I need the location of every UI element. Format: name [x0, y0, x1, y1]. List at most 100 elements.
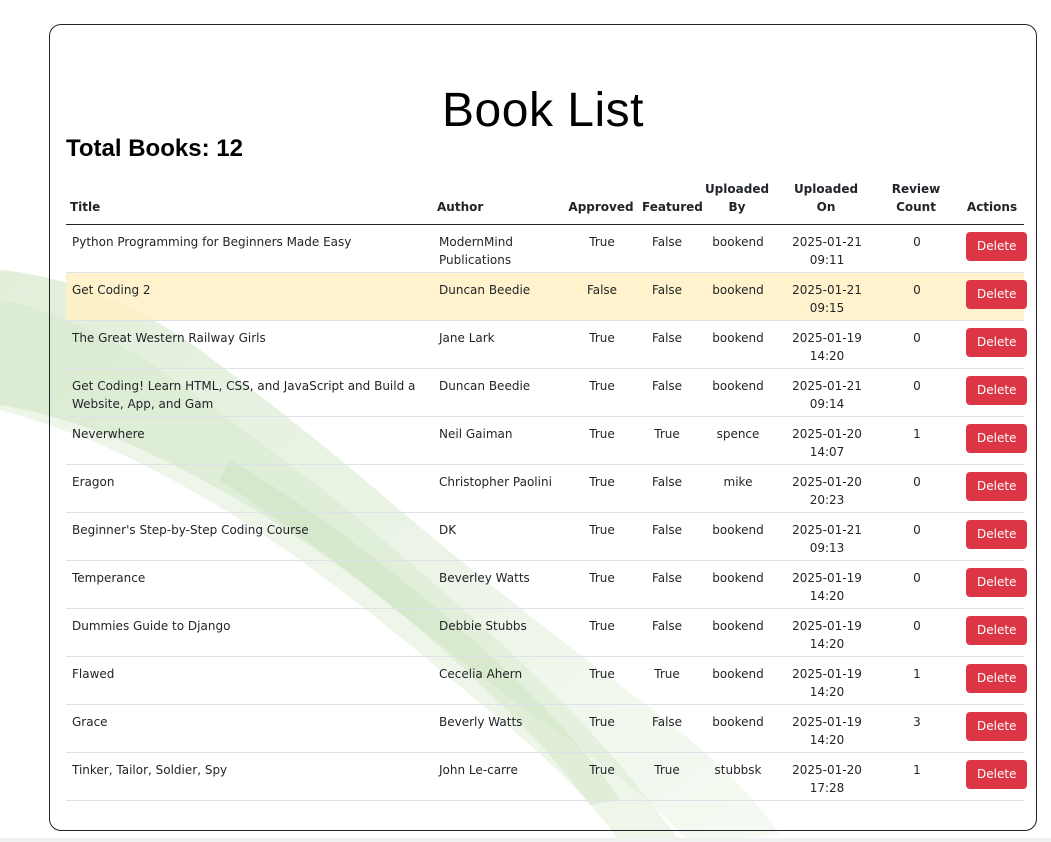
- table-row: Neverwhere Neil Gaiman True True spence 2025-…: [66, 416, 1028, 465]
- book-actions-cell: Delete: [960, 272, 1028, 321]
- book-title-cell: Neverwhere: [66, 416, 433, 465]
- book-featured-cell: True: [638, 752, 694, 801]
- book-uploaded-by-cell: bookend: [694, 608, 780, 657]
- books-table: Title Author Approved Featured Uploaded …: [66, 178, 1028, 801]
- book-featured-cell: False: [638, 320, 694, 369]
- book-review-count-cell: 3: [872, 704, 960, 753]
- delete-book-button[interactable]: Delete: [966, 280, 1028, 309]
- book-review-count-cell: 1: [872, 416, 960, 465]
- table-row: Beginner's Step-by-Step Coding Course DK T…: [66, 512, 1028, 561]
- book-uploaded-by-cell: stubbsk: [694, 752, 780, 801]
- book-review-count-cell: 0: [872, 368, 960, 417]
- book-approved-cell: True: [564, 464, 638, 513]
- delete-book-button[interactable]: Delete: [966, 760, 1028, 789]
- book-featured-cell: False: [638, 608, 694, 657]
- table-row: Get Coding! Learn HTML, CSS, and JavaScr…: [66, 368, 1028, 417]
- book-author-cell: Debbie Stubbs: [433, 608, 564, 657]
- book-title-cell: Beginner's Step-by-Step Coding Course: [66, 512, 433, 561]
- book-uploaded-on-cell: 2025-01-19 14:20: [780, 608, 872, 657]
- page-footer-strip: [0, 838, 1051, 842]
- col-header-uploaded-by[interactable]: Uploaded By: [694, 178, 780, 225]
- book-actions-cell: Delete: [960, 608, 1028, 657]
- book-featured-cell: False: [638, 224, 694, 273]
- delete-book-button[interactable]: Delete: [966, 712, 1028, 741]
- book-featured-cell: False: [638, 368, 694, 417]
- book-featured-cell: False: [638, 704, 694, 753]
- book-author-cell: Beverly Watts: [433, 704, 564, 753]
- book-title-cell: Grace: [66, 704, 433, 753]
- col-header-featured[interactable]: Featured: [638, 178, 703, 225]
- book-approved-cell: True: [564, 320, 638, 369]
- col-header-approved[interactable]: Approved: [564, 178, 638, 225]
- book-actions-cell: Delete: [960, 704, 1028, 753]
- book-approved-cell: True: [564, 368, 638, 417]
- book-title-cell: Flawed: [66, 656, 433, 705]
- table-row: Temperance Beverley Watts True False bookend…: [66, 560, 1028, 609]
- book-title-cell: The Great Western Railway Girls: [66, 320, 433, 369]
- col-header-title[interactable]: Title: [66, 178, 433, 225]
- book-uploaded-on-cell: 2025-01-20 14:07: [780, 416, 872, 465]
- book-uploaded-on-cell: 2025-01-21 09:11: [780, 224, 872, 273]
- book-uploaded-on-cell: 2025-01-19 14:20: [780, 560, 872, 609]
- table-row: Dummies Guide to Django Debbie Stubbs True…: [66, 608, 1028, 657]
- book-actions-cell: Delete: [960, 560, 1028, 609]
- book-uploaded-on-cell: 2025-01-20 20:23: [780, 464, 872, 513]
- book-author-cell: Beverley Watts: [433, 560, 564, 609]
- book-approved-cell: True: [564, 608, 638, 657]
- table-row: The Great Western Railway Girls Jane Lark…: [66, 320, 1028, 369]
- book-review-count-cell: 0: [872, 320, 960, 369]
- col-header-author[interactable]: Author: [433, 178, 564, 225]
- book-uploaded-by-cell: bookend: [694, 704, 780, 753]
- book-approved-cell: True: [564, 512, 638, 561]
- table-row: Get Coding 2 Duncan Beedie False False booke…: [66, 272, 1028, 321]
- col-header-review-count[interactable]: Review Count: [872, 178, 960, 225]
- book-actions-cell: Delete: [960, 320, 1028, 369]
- book-author-cell: Neil Gaiman: [433, 416, 564, 465]
- delete-book-button[interactable]: Delete: [966, 376, 1028, 405]
- col-header-uploaded-on[interactable]: Uploaded On: [780, 178, 872, 225]
- delete-book-button[interactable]: Delete: [966, 664, 1028, 693]
- book-actions-cell: Delete: [960, 752, 1028, 801]
- table-row: Tinker, Tailor, Soldier, Spy John Le-carr…: [66, 752, 1028, 801]
- book-approved-cell: False: [564, 272, 638, 321]
- book-uploaded-by-cell: mike: [694, 464, 780, 513]
- book-featured-cell: False: [638, 464, 694, 513]
- book-uploaded-on-cell: 2025-01-20 17:28: [780, 752, 872, 801]
- book-review-count-cell: 0: [872, 608, 960, 657]
- delete-book-button[interactable]: Delete: [966, 472, 1028, 501]
- book-title-cell: Python Programming for Beginners Made Ea…: [66, 224, 433, 273]
- book-uploaded-by-cell: bookend: [694, 272, 780, 321]
- book-actions-cell: Delete: [960, 656, 1028, 705]
- delete-book-button[interactable]: Delete: [966, 424, 1028, 453]
- book-approved-cell: True: [564, 416, 638, 465]
- delete-book-button[interactable]: Delete: [966, 568, 1028, 597]
- table-row: Grace Beverly Watts True False bookend 2025-0…: [66, 704, 1028, 753]
- book-approved-cell: True: [564, 704, 638, 753]
- delete-book-button[interactable]: Delete: [966, 328, 1028, 357]
- book-author-cell: Duncan Beedie: [433, 272, 564, 321]
- book-uploaded-on-cell: 2025-01-19 14:20: [780, 320, 872, 369]
- table-row: Eragon Christopher Paolini True False mike 20…: [66, 464, 1028, 513]
- book-approved-cell: True: [564, 752, 638, 801]
- delete-book-button[interactable]: Delete: [966, 616, 1028, 645]
- book-actions-cell: Delete: [960, 416, 1028, 465]
- book-actions-cell: Delete: [960, 224, 1028, 273]
- delete-book-button[interactable]: Delete: [966, 520, 1028, 549]
- book-review-count-cell: 1: [872, 752, 960, 801]
- book-uploaded-by-cell: bookend: [694, 224, 780, 273]
- delete-book-button[interactable]: Delete: [966, 232, 1028, 261]
- book-uploaded-on-cell: 2025-01-21 09:15: [780, 272, 872, 321]
- book-author-cell: Cecelia Ahern: [433, 656, 564, 705]
- book-uploaded-by-cell: bookend: [694, 560, 780, 609]
- table-row: Python Programming for Beginners Made Ea…: [66, 224, 1028, 273]
- book-featured-cell: False: [638, 512, 694, 561]
- book-actions-cell: Delete: [960, 464, 1028, 513]
- book-title-cell: Get Coding! Learn HTML, CSS, and JavaScr…: [66, 368, 433, 417]
- book-uploaded-by-cell: spence: [694, 416, 780, 465]
- book-uploaded-on-cell: 2025-01-19 14:20: [780, 656, 872, 705]
- book-review-count-cell: 0: [872, 464, 960, 513]
- book-author-cell: Jane Lark: [433, 320, 564, 369]
- page-title: Book List: [442, 84, 644, 137]
- book-review-count-cell: 0: [872, 224, 960, 273]
- book-review-count-cell: 0: [872, 272, 960, 321]
